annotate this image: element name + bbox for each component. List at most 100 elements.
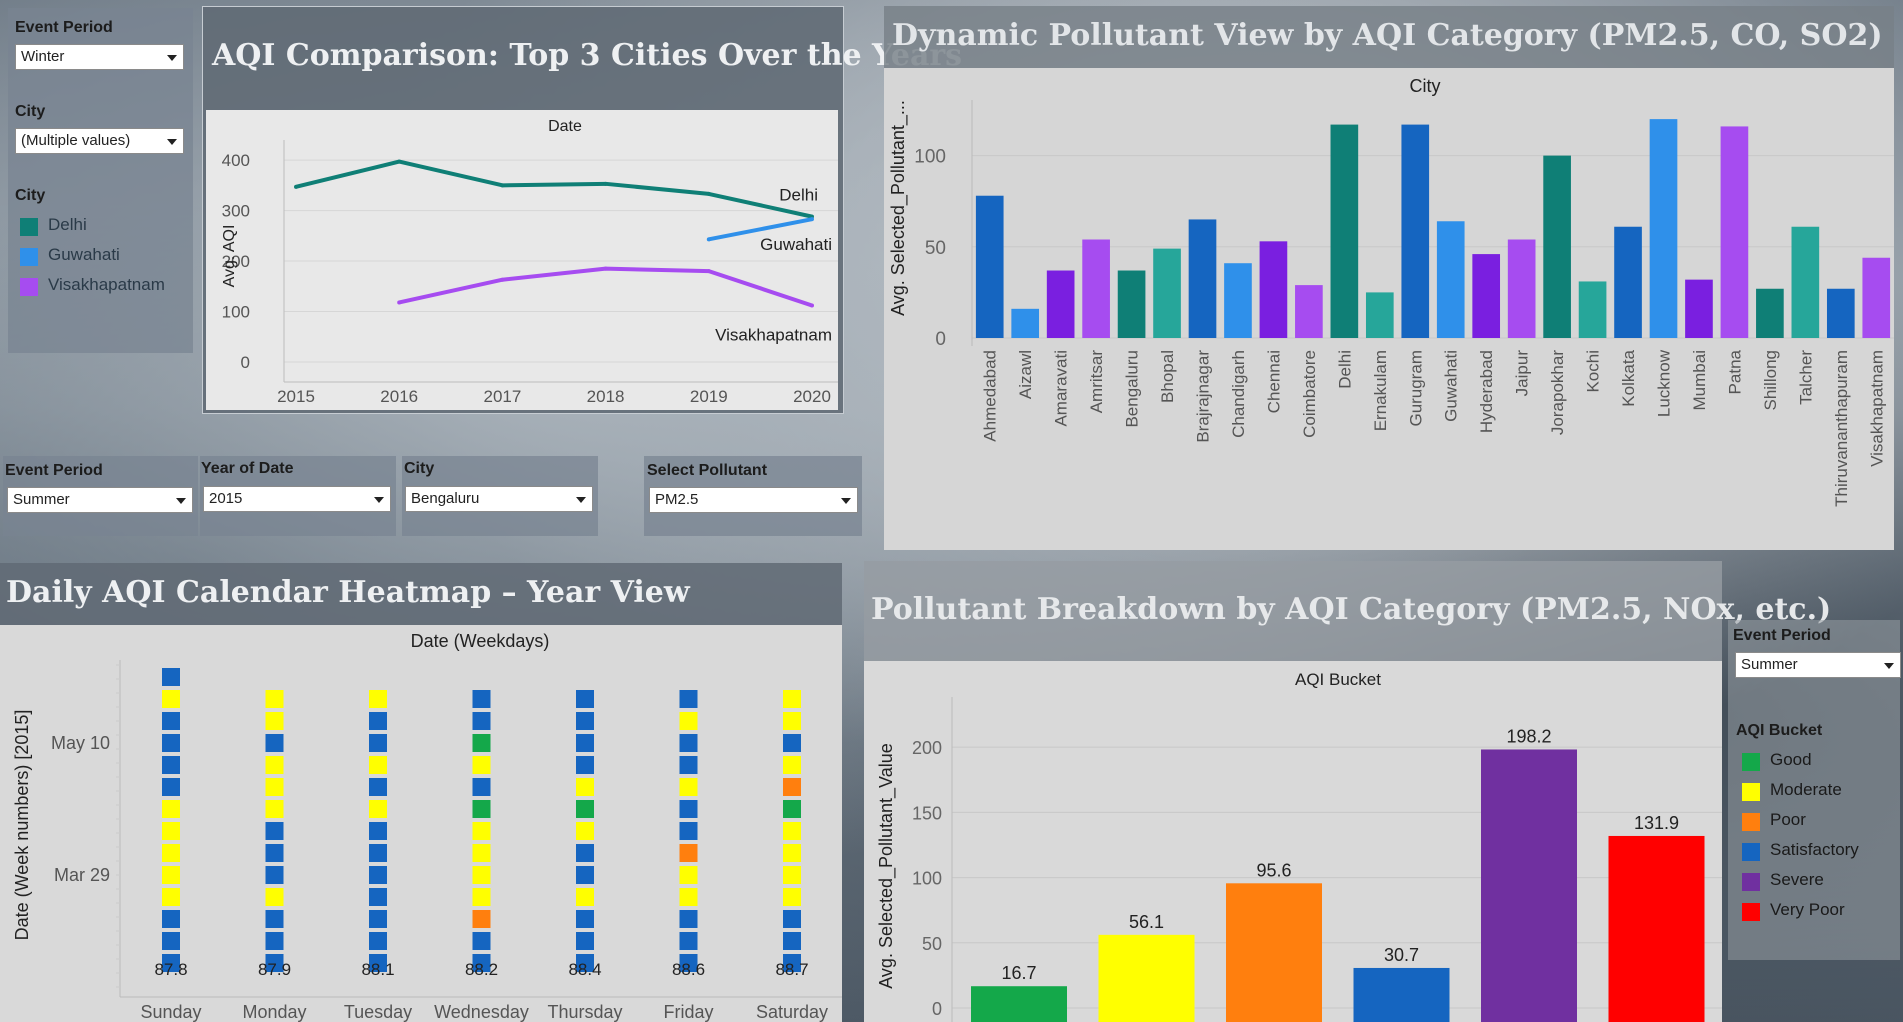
city-y-tick: 100 [914, 147, 946, 168]
heatmap-x-tick: Friday [663, 1002, 713, 1022]
heatmap-cell [576, 734, 594, 752]
city-x-tick: Kolkata [1619, 349, 1638, 406]
year-select[interactable]: 2015 [203, 486, 391, 512]
city-legend-title: City [15, 187, 46, 204]
heatmap-cell [265, 734, 284, 752]
bucket-y-label: Avg. Selected_Pollutant_Value [876, 743, 897, 989]
heatmap-cell [265, 844, 284, 862]
legend-label: Severe [1770, 870, 1824, 889]
city-filter-label: City [15, 103, 46, 120]
heatmap-cell [576, 756, 594, 774]
city-bar-patna [1720, 126, 1749, 338]
bucket-y-tick: 100 [912, 869, 942, 889]
heatmap-x-tick: Sunday [140, 1002, 201, 1022]
line-y-tick: 400 [222, 151, 250, 170]
heatmap-cell [679, 712, 698, 730]
event-period-select[interactable]: Winter [15, 44, 184, 70]
heatmap-cell [783, 932, 801, 950]
heatmap-cell [369, 778, 387, 796]
legend-swatch [1742, 783, 1760, 801]
legend-label: Moderate [1770, 780, 1842, 799]
heatmap-cell [265, 690, 284, 708]
line-y-tick: 0 [241, 353, 250, 372]
heatmap-day-total: 87.8 [154, 960, 187, 979]
line-point [810, 303, 814, 308]
heatmap-cell [369, 734, 387, 752]
heatmap-cell [576, 866, 594, 884]
bucket-bar-label: 30.7 [1384, 945, 1419, 965]
line-chart: Date01002003004002015 2016 2017 2018 2019 202… [206, 110, 838, 410]
line-point [500, 277, 505, 282]
series-label-guwahati: Guwahati [760, 235, 832, 254]
bucket-bar-good [971, 986, 1067, 1022]
series-label-visakhapatnam: Visakhapatnam [715, 325, 832, 344]
city-select[interactable]: (Multiple values) [15, 128, 184, 154]
heatmap-x-header: Date (Weekdays) [411, 631, 550, 651]
heatmap-cell [576, 778, 594, 796]
heatmap-cell [472, 844, 491, 862]
heatmap-cell [162, 734, 180, 752]
chevron-down-icon [1884, 663, 1894, 669]
legend-label: Very Poor [1770, 900, 1845, 919]
chevron-down-icon [576, 497, 586, 503]
city-bar-visakhapatnam [1862, 257, 1891, 338]
heatmap-cell [783, 778, 801, 796]
line-plot-bg [206, 110, 838, 410]
line-x-tick: 2017 [483, 387, 521, 406]
city-x-tick: Mumbai [1690, 350, 1709, 410]
city-bar-mumbai [1685, 279, 1713, 338]
right-event-period-select[interactable]: Summer [1735, 652, 1901, 678]
line-point [706, 237, 711, 242]
heatmap-day-total: 88.6 [672, 960, 705, 979]
chevron-down-icon [167, 139, 177, 145]
heatmap-cell [265, 866, 284, 884]
city-x-tick: Patna [1725, 349, 1744, 394]
line-point [500, 183, 505, 188]
heatmap-cell [679, 734, 698, 752]
line-point [706, 269, 711, 274]
city-bar-jaipur [1507, 239, 1536, 338]
heatmap-cell [472, 756, 491, 774]
bucket-bar-title: Pollutant Breakdown by AQI Category (PM2… [871, 592, 1832, 627]
city-bar-jorapokhar [1543, 155, 1571, 338]
heatmap-cell [162, 690, 180, 708]
bucket-y-tick: 50 [922, 934, 942, 954]
mid-event-period-select[interactable]: Summer [7, 487, 193, 513]
line-x-header: Date [548, 118, 582, 135]
bucket-bar-moderate [1098, 934, 1195, 1022]
city-x-tick: Amaravati [1052, 350, 1071, 427]
heatmap-cell [783, 910, 801, 928]
heatmap-cell [162, 778, 180, 796]
heatmap-cell [472, 932, 491, 950]
heatmap-cell [369, 690, 387, 708]
line-point [603, 181, 608, 186]
heatmap-cell [783, 712, 801, 730]
legend-label: Good [1770, 750, 1812, 769]
city-x-tick: Guwahati [1442, 350, 1461, 422]
heatmap-cell [679, 910, 698, 928]
legend-swatch [20, 278, 38, 296]
heatmap-cell [783, 822, 801, 840]
heatmap-title: Daily AQI Calendar Heatmap – Year View [6, 575, 690, 610]
legend-swatch [20, 218, 38, 236]
line-y-tick: 300 [222, 202, 250, 221]
city-x-tick: Gurugram [1406, 350, 1425, 427]
city-bar-gurugram [1401, 124, 1430, 338]
heatmap-cell [162, 844, 180, 862]
legend-label: Delhi [48, 215, 87, 234]
bucket-x-header: AQI Bucket [1295, 670, 1381, 689]
heatmap-cell [576, 910, 594, 928]
mid-city-select[interactable]: Bengaluru [405, 486, 593, 512]
bucket-bar-severe [1481, 749, 1577, 1022]
bucket-bar-label: 16.7 [1001, 963, 1036, 983]
heatmap-cell [472, 734, 491, 752]
city-y-label: Avg. Selected_Pollutant_... [888, 100, 909, 316]
year-value: 2015 [209, 490, 243, 507]
heatmap-cell [576, 690, 594, 708]
pollutant-select[interactable]: PM2.5 [649, 487, 858, 513]
city-x-tick: Lucknow [1655, 349, 1674, 417]
heatmap-cell [162, 712, 180, 730]
heatmap-cell [369, 844, 387, 862]
city-bar-kolkata [1614, 226, 1642, 338]
heatmap-x-tick: Wednesday [434, 1002, 529, 1022]
